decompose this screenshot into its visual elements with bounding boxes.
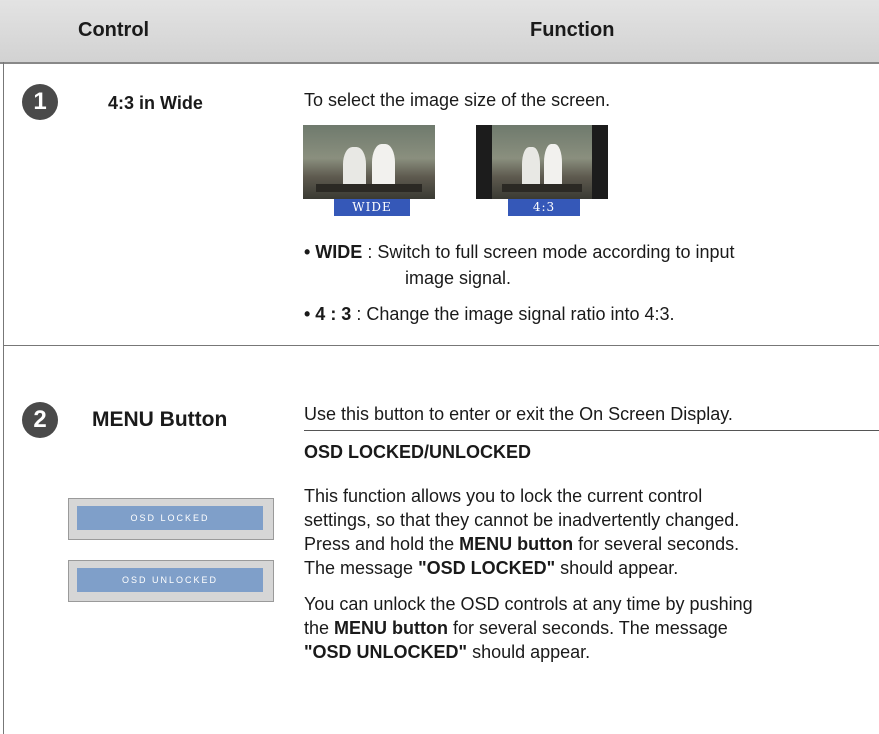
4-3-preview-image — [476, 125, 608, 199]
number-one-icon: 1 — [22, 84, 58, 120]
osd-locked-text: OSD LOCKED — [77, 506, 263, 530]
p2-line-3-a: "OSD UNLOCKED" — [304, 642, 468, 662]
column-header-function: Function — [530, 19, 615, 41]
bullet-wide-continuation: image signal. — [405, 268, 512, 288]
row1-intro-text: To select the image size of the screen. — [304, 90, 611, 110]
row2-intro-text: Use this button to enter or exit the On … — [304, 404, 733, 424]
table-left-border — [3, 62, 4, 734]
number-two-icon: 2 — [22, 402, 58, 438]
bullet-4-3-text: : Change the image signal ratio into 4:3… — [351, 304, 675, 324]
p1-line-3-a: Press and hold the — [304, 534, 460, 554]
bullet-4-3: • 4 : 3 : Change the image signal ratio … — [304, 302, 675, 326]
p1-line-3-b: MENU button — [459, 534, 574, 554]
bullet-wide: • WIDE : Switch to full screen mode acco… — [304, 240, 735, 264]
p1-line-4-c: should appear. — [555, 558, 679, 578]
p2-line-3-b: should appear. — [467, 642, 591, 662]
control-label-menu-button: MENU Button — [92, 408, 228, 431]
p1-line-3: Press and hold the MENU button for sever… — [304, 532, 739, 556]
osd-lock-subheading: OSD LOCKED/UNLOCKED — [304, 442, 532, 462]
p2-line-2: the MENU button for several seconds. The… — [304, 616, 753, 640]
p1-line-3-c: for several seconds. — [573, 534, 740, 554]
table-header: Control Function — [0, 0, 879, 64]
intro-underline — [304, 430, 879, 431]
p2-line-2-b: MENU button — [334, 618, 448, 638]
4-3-tag: 4:3 — [508, 199, 580, 216]
osd-unlocked-preview: OSD UNLOCKED — [68, 560, 274, 602]
p1-line-4-b: "OSD LOCKED" — [418, 558, 556, 578]
row-divider — [3, 345, 879, 346]
osd-unlocked-text: OSD UNLOCKED — [77, 568, 263, 592]
p1-line-1: This function allows you to lock the cur… — [304, 486, 703, 506]
bullet-4-3-term: • 4 : 3 — [304, 304, 352, 324]
wide-preview-image — [303, 125, 435, 199]
bullet-wide-term: • WIDE — [304, 242, 363, 262]
p2-line-2-c: for several seconds. The message — [448, 618, 728, 638]
wide-tag: WIDE — [334, 199, 410, 216]
p1-line-4-a: The message — [304, 558, 419, 578]
p2-line-2-a: the — [304, 618, 335, 638]
control-label-4-3-in-wide: 4:3 in Wide — [108, 93, 203, 113]
osd-locked-preview: OSD LOCKED — [68, 498, 274, 540]
p1-line-2: settings, so that they cannot be inadver… — [304, 510, 740, 530]
osd-lock-paragraph-1: This function allows you to lock the cur… — [304, 484, 739, 580]
bullet-wide-text: : Switch to full screen mode according t… — [362, 242, 735, 262]
column-header-control: Control — [78, 19, 150, 41]
p1-line-4: The message "OSD LOCKED" should appear. — [304, 556, 739, 580]
osd-lock-paragraph-2: You can unlock the OSD controls at any t… — [304, 592, 753, 664]
p2-line-3: "OSD UNLOCKED" should appear. — [304, 640, 753, 664]
p2-line-1: You can unlock the OSD controls at any t… — [304, 594, 753, 614]
